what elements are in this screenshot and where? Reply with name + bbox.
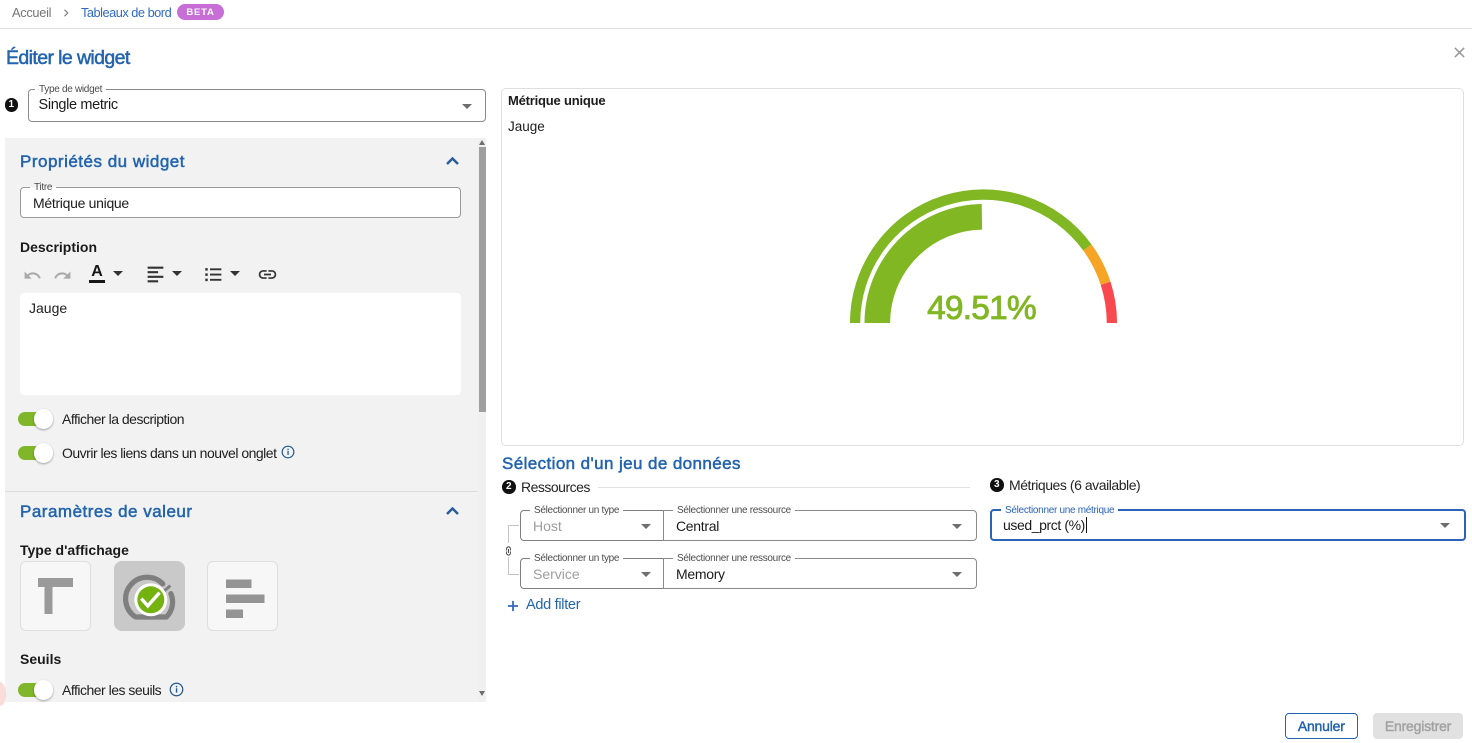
svg-text:49.51%: 49.51%: [927, 290, 1036, 327]
